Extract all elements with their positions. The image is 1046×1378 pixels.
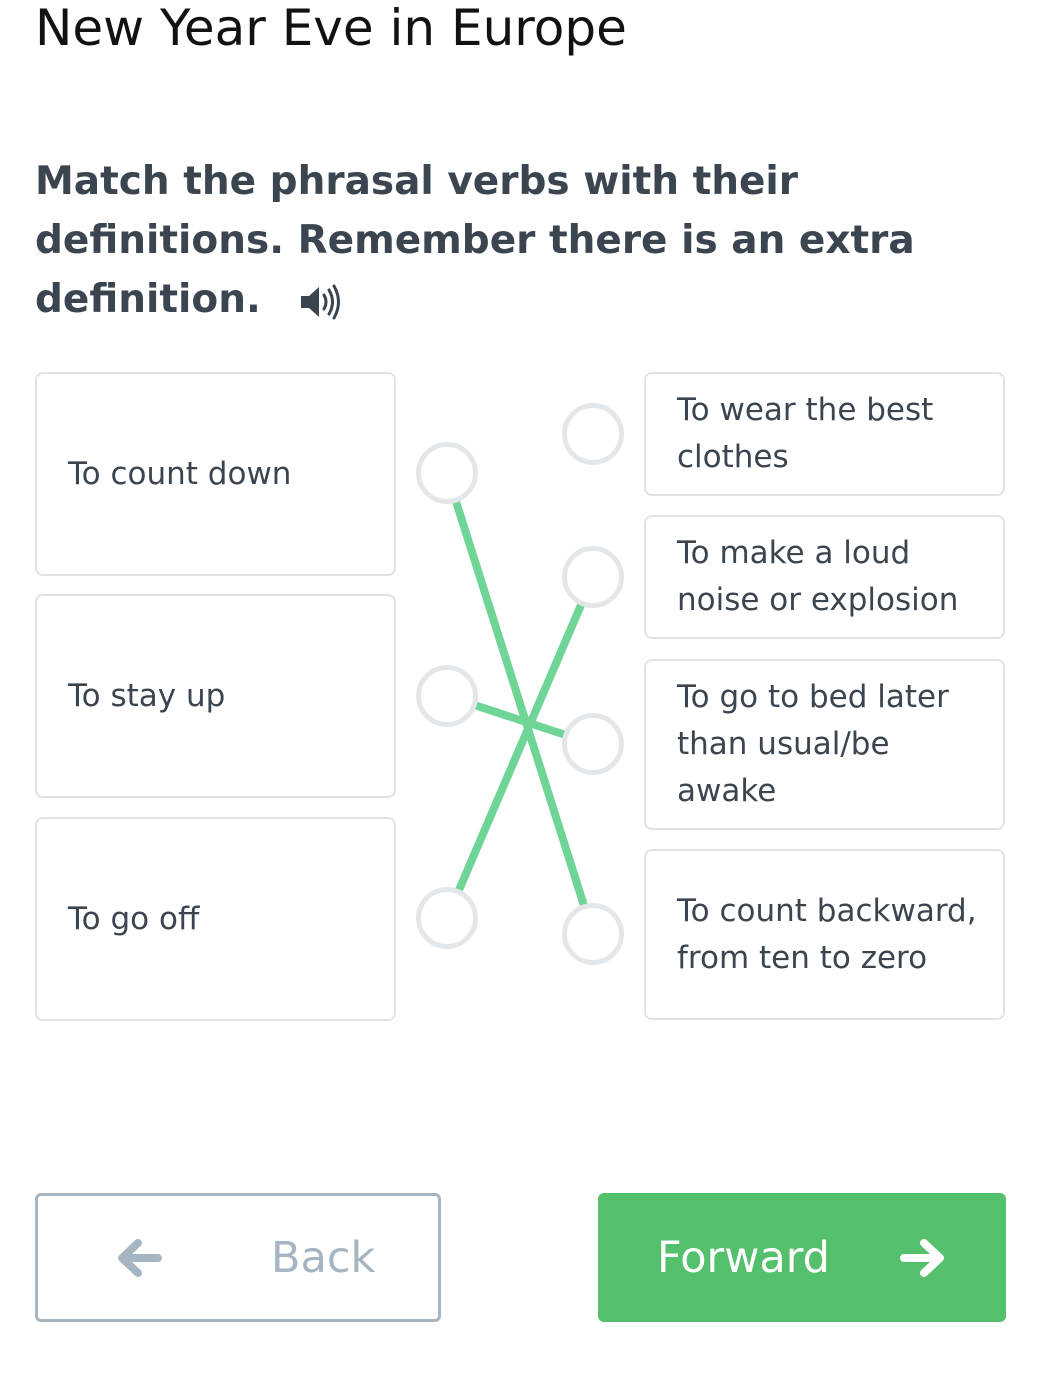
definition-card-best-clothes[interactable]: To wear the best clothes: [644, 372, 1005, 496]
definition-label: To wear the best clothes: [677, 392, 934, 475]
verb-card-count-down[interactable]: To count down: [35, 372, 396, 576]
definition-card-count-backward[interactable]: To count backward, from ten to zero: [644, 849, 1005, 1020]
verb-card-go-off[interactable]: To go off: [35, 817, 396, 1021]
arrow-left-icon: [116, 1238, 162, 1278]
definition-connector-dot[interactable]: [562, 403, 624, 465]
definition-card-stay-awake[interactable]: To go to bed later than usual/be awake: [644, 659, 1005, 830]
verb-connector-dot[interactable]: [416, 665, 478, 727]
verb-label: To count down: [68, 455, 292, 492]
definition-label: To count backward, from ten to zero: [677, 892, 977, 976]
verb-card-stay-up[interactable]: To stay up: [35, 594, 396, 798]
arrow-right-icon: [900, 1238, 946, 1278]
instructions-text: Match the phrasal verbs with their defin…: [35, 159, 915, 322]
definition-connector-dot[interactable]: [562, 546, 624, 608]
back-button-label: Back: [271, 1232, 376, 1283]
verb-connector-dot[interactable]: [416, 442, 478, 504]
exercise-instructions: Match the phrasal verbs with their defin…: [35, 152, 975, 329]
page-title: New Year Eve in Europe: [35, 0, 627, 57]
forward-button-label: Forward: [657, 1232, 830, 1283]
definition-label: To go to bed later than usual/be awake: [677, 679, 949, 809]
verb-connector-dot[interactable]: [416, 887, 478, 949]
back-button[interactable]: Back: [35, 1193, 441, 1322]
definition-card-loud-noise[interactable]: To make a loud noise or explosion: [644, 515, 1005, 639]
definition-label: To make a loud noise or explosion: [677, 535, 959, 618]
verb-label: To stay up: [68, 677, 226, 714]
definition-connector-dot[interactable]: [562, 713, 624, 775]
forward-button[interactable]: Forward: [598, 1193, 1006, 1322]
verb-label: To go off: [68, 900, 200, 937]
definition-connector-dot[interactable]: [562, 903, 624, 965]
speaker-icon[interactable]: [299, 284, 341, 320]
